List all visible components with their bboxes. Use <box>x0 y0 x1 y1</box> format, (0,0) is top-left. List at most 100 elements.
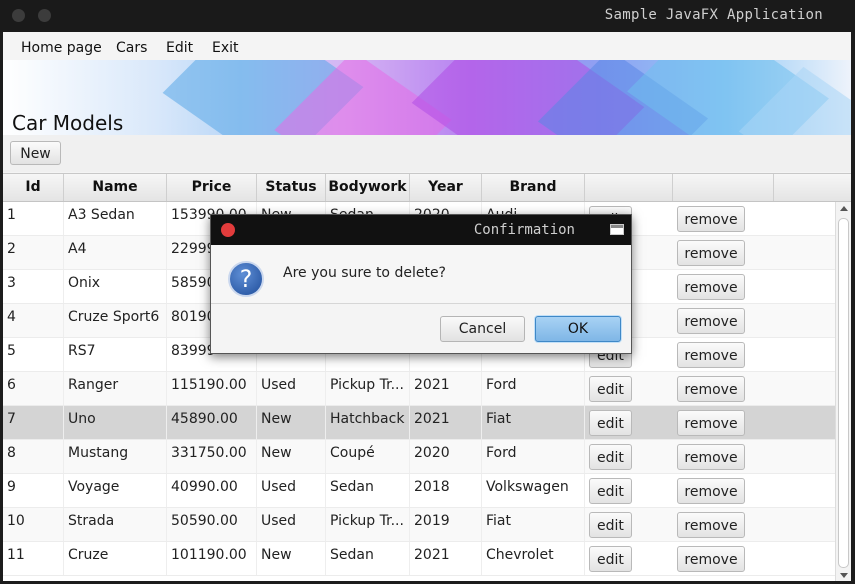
edit-button[interactable]: edit <box>589 546 632 572</box>
cell-id: 1 <box>3 202 64 235</box>
remove-button[interactable]: remove <box>677 546 745 572</box>
page-title: Car Models <box>12 111 124 135</box>
cancel-button[interactable]: Cancel <box>440 316 525 342</box>
toolbar: New <box>3 135 851 172</box>
cell-year: 2021 <box>410 542 482 575</box>
table-row[interactable]: 11 Cruze 101190.00 New Sedan 2021 Chevrolet edi… <box>3 542 835 576</box>
cell-price: 115190.00 <box>167 372 257 405</box>
cell-price: 40990.00 <box>167 474 257 507</box>
cell-bodywork: Sedan <box>326 542 410 575</box>
vertical-scrollbar[interactable] <box>835 202 851 581</box>
remove-button[interactable]: remove <box>677 512 745 538</box>
cell-status: New <box>257 406 326 439</box>
cell-brand: Fiat <box>482 406 585 439</box>
cell-price: 50590.00 <box>167 508 257 541</box>
cell-id: 9 <box>3 474 64 507</box>
cell-name: Uno <box>64 406 167 439</box>
header-banner: Car Models <box>3 60 851 135</box>
scroll-down-icon[interactable] <box>840 573 848 578</box>
column-header-bodywork[interactable]: Bodywork <box>326 174 410 201</box>
cell-status: New <box>257 542 326 575</box>
ok-button[interactable]: OK <box>535 316 621 342</box>
cell-id: 4 <box>3 304 64 337</box>
table-header: Id Name Price Status Bodywork Year Brand <box>3 174 851 202</box>
table-row[interactable]: 9 Voyage 40990.00 Used Sedan 2018 Volkswagen ed… <box>3 474 835 508</box>
remove-button[interactable]: remove <box>677 206 745 232</box>
cell-name: A3 Sedan <box>64 202 167 235</box>
remove-button[interactable]: remove <box>677 240 745 266</box>
cell-name: Ranger <box>64 372 167 405</box>
cell-name: Onix <box>64 270 167 303</box>
cell-status: Used <box>257 508 326 541</box>
table-row[interactable]: 10 Strada 50590.00 Used Pickup Tr... 2019 Fiat… <box>3 508 835 542</box>
cell-id: 3 <box>3 270 64 303</box>
column-header-name[interactable]: Name <box>64 174 167 201</box>
column-header-status[interactable]: Status <box>257 174 326 201</box>
cell-brand: Fiat <box>482 508 585 541</box>
menu-home-page[interactable]: Home page <box>21 40 102 56</box>
window-close-dot[interactable] <box>12 9 25 22</box>
cell-id: 10 <box>3 508 64 541</box>
cell-price: 331750.00 <box>167 440 257 473</box>
menu-exit[interactable]: Exit <box>212 40 239 56</box>
column-header-price[interactable]: Price <box>167 174 257 201</box>
column-header-edit[interactable] <box>585 174 673 201</box>
dialog-title: Confirmation <box>473 222 575 238</box>
cell-year: 2019 <box>410 508 482 541</box>
menu-edit[interactable]: Edit <box>166 40 193 56</box>
edit-button[interactable]: edit <box>589 410 632 436</box>
confirmation-dialog: Confirmation ? Are you sure to delete? C… <box>210 214 632 354</box>
menu-bar: Home page Cars Edit Exit <box>3 32 851 60</box>
column-header-brand[interactable]: Brand <box>482 174 585 201</box>
cell-year: 2021 <box>410 406 482 439</box>
table-row[interactable]: 6 Ranger 115190.00 Used Pickup Tr... 2021 Ford… <box>3 372 835 406</box>
edit-button[interactable]: edit <box>589 478 632 504</box>
dialog-close-icon[interactable] <box>221 223 235 237</box>
cell-status: Used <box>257 372 326 405</box>
edit-button[interactable]: edit <box>589 444 632 470</box>
menu-cars[interactable]: Cars <box>116 40 147 56</box>
cell-name: Voyage <box>64 474 167 507</box>
dialog-header: ? Are you sure to delete? <box>211 245 631 304</box>
cell-name: Mustang <box>64 440 167 473</box>
cell-name: Cruze <box>64 542 167 575</box>
window-title: Sample JavaFX Application <box>604 7 823 23</box>
window-minimize-dot[interactable] <box>38 9 51 22</box>
cell-year: 2020 <box>410 440 482 473</box>
remove-button[interactable]: remove <box>677 308 745 334</box>
remove-button[interactable]: remove <box>677 444 745 470</box>
cell-name: A4 <box>64 236 167 269</box>
scroll-up-icon[interactable] <box>840 206 848 211</box>
remove-button[interactable]: remove <box>677 376 745 402</box>
table-row[interactable]: 8 Mustang 331750.00 New Coupé 2020 Ford edit rem… <box>3 440 835 474</box>
edit-button[interactable]: edit <box>589 512 632 538</box>
scroll-thumb[interactable] <box>838 218 849 568</box>
edit-button[interactable]: edit <box>589 376 632 402</box>
table-row[interactable]: 7 Uno 45890.00 New Hatchback 2021 Fiat edit remo… <box>3 406 835 440</box>
cell-bodywork: Coupé <box>326 440 410 473</box>
remove-button[interactable]: remove <box>677 274 745 300</box>
cell-name: RS7 <box>64 338 167 371</box>
column-header-year[interactable]: Year <box>410 174 482 201</box>
cell-id: 8 <box>3 440 64 473</box>
column-header-remove[interactable] <box>673 174 774 201</box>
remove-button[interactable]: remove <box>677 478 745 504</box>
cell-year: 2018 <box>410 474 482 507</box>
cell-brand: Chevrolet <box>482 542 585 575</box>
new-button[interactable]: New <box>10 141 61 165</box>
window-titlebar: Sample JavaFX Application <box>0 0 855 32</box>
cell-brand: Ford <box>482 440 585 473</box>
column-header-id[interactable]: Id <box>3 174 64 201</box>
cell-bodywork: Pickup Tr... <box>326 372 410 405</box>
remove-button[interactable]: remove <box>677 342 745 368</box>
dialog-maximize-icon[interactable] <box>610 224 624 235</box>
cell-status: New <box>257 440 326 473</box>
cell-bodywork: Sedan <box>326 474 410 507</box>
cell-name: Cruze Sport6 <box>64 304 167 337</box>
cell-brand: Ford <box>482 372 585 405</box>
cell-bodywork: Pickup Tr... <box>326 508 410 541</box>
cell-brand: Volkswagen <box>482 474 585 507</box>
dialog-message: Are you sure to delete? <box>283 265 446 281</box>
cell-bodywork: Hatchback <box>326 406 410 439</box>
remove-button[interactable]: remove <box>677 410 745 436</box>
